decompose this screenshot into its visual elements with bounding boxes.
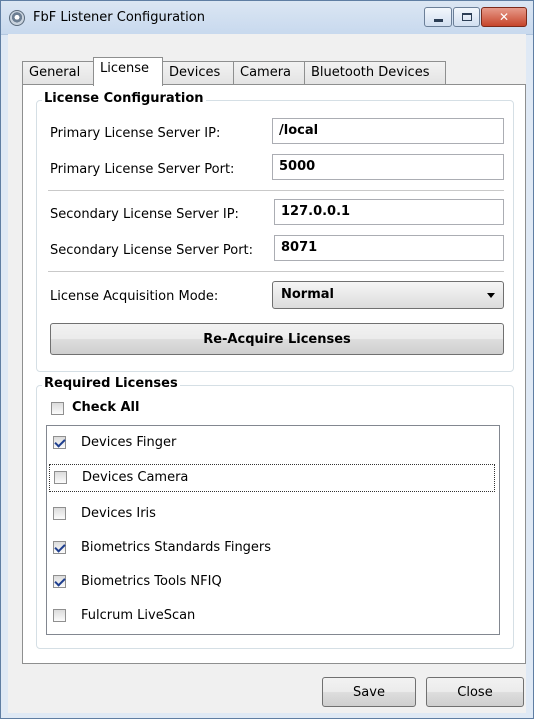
biometrics-tools-nfiq-checkbox[interactable] [53, 575, 66, 588]
tab-bluetooth-devices[interactable]: Bluetooth Devices [304, 61, 446, 85]
tab-general[interactable]: General [22, 61, 94, 85]
list-item-label: Devices Iris [81, 506, 156, 521]
acquisition-mode-label: License Acquisition Mode: [50, 289, 219, 304]
save-button[interactable]: Save [322, 677, 416, 707]
divider [48, 190, 504, 191]
tab-license[interactable]: License [93, 57, 163, 86]
devices-finger-checkbox[interactable] [53, 436, 66, 449]
list-item-label: Biometrics Tools NFIQ [81, 574, 222, 589]
close-button[interactable]: Close [426, 677, 524, 707]
minimize-button[interactable] [424, 7, 452, 27]
maximize-button[interactable] [453, 7, 480, 27]
list-item[interactable]: Fulcrum LiveScan [47, 602, 499, 630]
biometrics-standards-fingers-checkbox[interactable] [53, 541, 66, 554]
app-logo-icon [9, 10, 25, 26]
list-item[interactable]: Biometrics Tools NFIQ [47, 568, 499, 596]
list-item[interactable]: Devices Camera [49, 464, 495, 492]
devices-camera-checkbox[interactable] [54, 471, 67, 484]
primary-ip-input[interactable]: /local [272, 118, 504, 144]
primary-ip-label: Primary License Server IP: [50, 126, 221, 141]
license-configuration-title: License Configuration [42, 91, 206, 106]
list-item[interactable]: Devices Iris [47, 500, 499, 528]
close-icon: ✕ [498, 10, 510, 24]
title-bar[interactable]: FbF Listener Configuration ✕ [1, 1, 533, 35]
check-all-label: Check All [72, 400, 140, 415]
tab-devices[interactable]: Devices [162, 61, 234, 85]
required-licenses-title: Required Licenses [42, 376, 180, 391]
maximize-icon [461, 13, 472, 21]
devices-iris-checkbox[interactable] [53, 507, 66, 520]
list-item-label: Biometrics Standards Fingers [81, 540, 272, 555]
list-item[interactable]: Devices Finger [47, 429, 499, 457]
list-item-label: Devices Finger [81, 435, 177, 450]
reacquire-licenses-button[interactable]: Re-Acquire Licenses [50, 323, 504, 355]
tab-camera[interactable]: Camera [233, 61, 305, 85]
required-licenses-list[interactable]: Devices Finger Devices Camera Devices Ir… [46, 425, 500, 635]
window-title: FbF Listener Configuration [33, 10, 205, 25]
list-item-label: Fulcrum LiveScan [81, 608, 196, 623]
chevron-down-icon [487, 293, 495, 298]
minimize-icon [433, 19, 443, 22]
secondary-port-label: Secondary License Server Port: [50, 243, 254, 258]
primary-port-input[interactable]: 5000 [272, 154, 504, 180]
list-item[interactable]: Biometrics Standards Fingers [47, 534, 499, 562]
secondary-port-input[interactable]: 8071 [274, 235, 504, 261]
acquisition-mode-value: Normal [281, 287, 334, 302]
acquisition-mode-select[interactable]: Normal [272, 281, 504, 309]
check-all-checkbox[interactable] [51, 402, 64, 415]
primary-port-label: Primary License Server Port: [50, 162, 235, 177]
close-window-button[interactable]: ✕ [481, 7, 527, 27]
secondary-ip-input[interactable]: 127.0.0.1 [274, 199, 504, 225]
fulcrum-livescan-checkbox[interactable] [53, 609, 66, 622]
divider [48, 271, 504, 272]
secondary-ip-label: Secondary License Server IP: [50, 207, 239, 222]
list-item-label: Devices Camera [82, 470, 189, 485]
window-controls: ✕ [424, 7, 527, 27]
